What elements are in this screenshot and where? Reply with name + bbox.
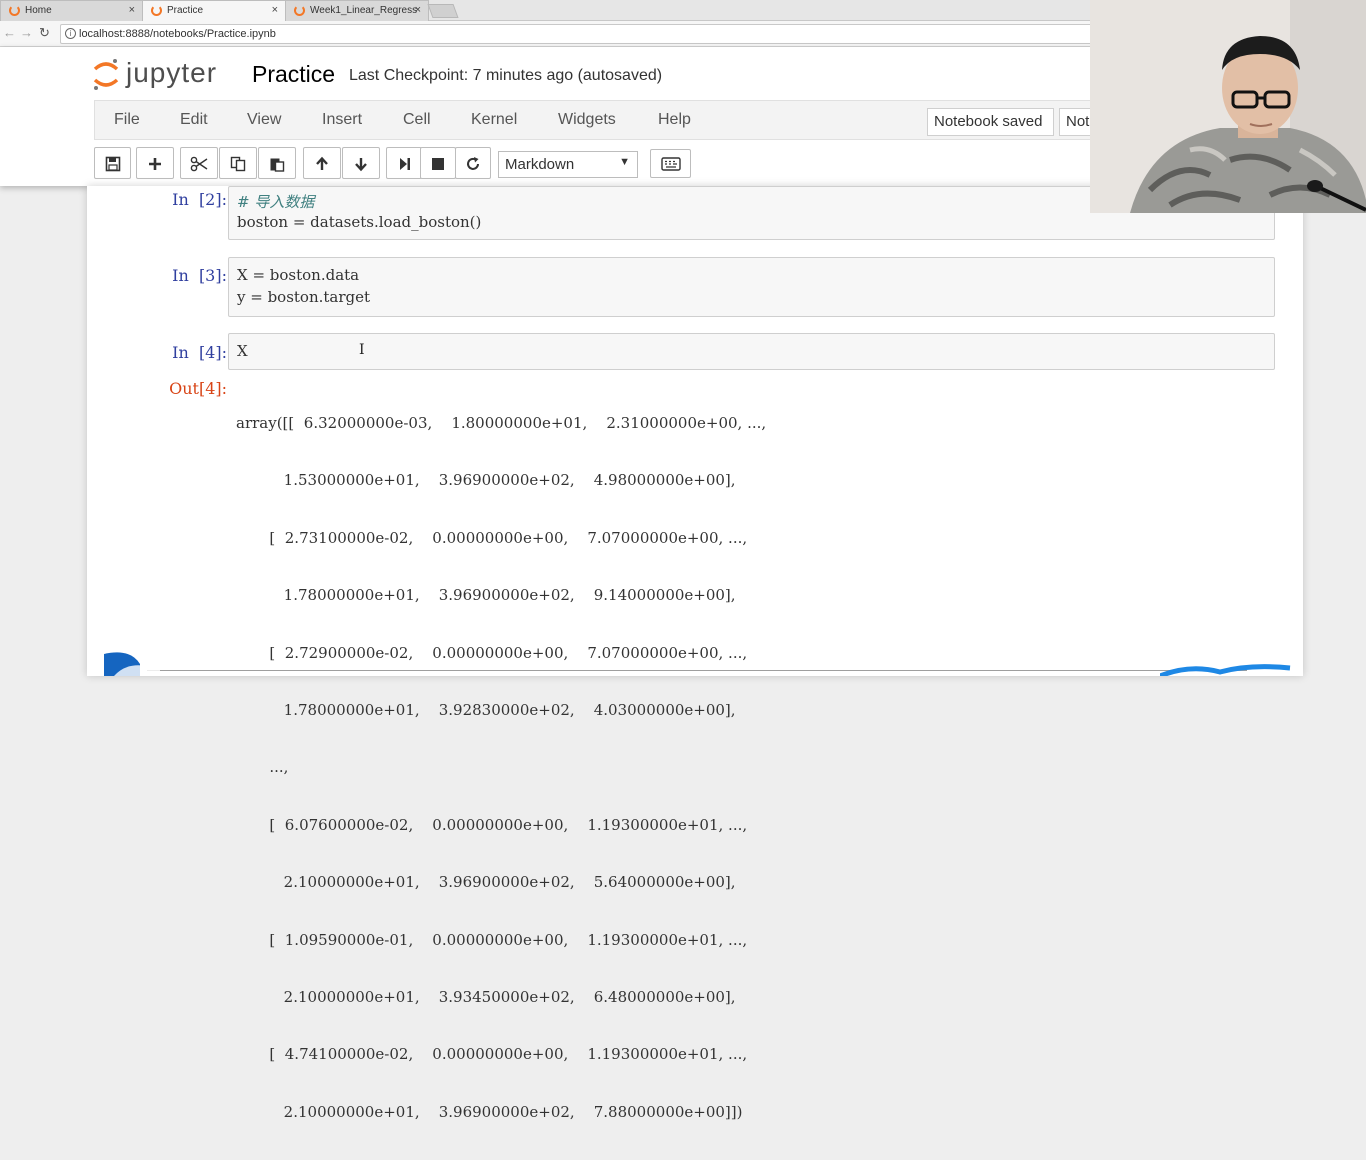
info-icon[interactable]: i — [65, 28, 76, 39]
close-icon[interactable]: × — [415, 4, 421, 16]
plus-icon — [149, 158, 161, 170]
input-prompt: In [2]: — [172, 190, 227, 209]
close-icon[interactable]: × — [129, 4, 135, 16]
webcam-overlay — [1090, 0, 1366, 213]
input-prompt: In [3]: — [172, 266, 227, 285]
cut-button[interactable] — [180, 147, 218, 179]
menu-cell[interactable]: Cell — [403, 111, 431, 129]
notebook-toolbar: Markdown ▼ — [92, 147, 712, 180]
restart-kernel-button[interactable] — [455, 147, 491, 179]
command-palette-button[interactable] — [650, 149, 691, 178]
tab-home[interactable]: Home × — [0, 0, 143, 21]
cell-type-select[interactable]: Markdown ▼ — [498, 151, 638, 178]
output-line: 1.78000000e+01, 3.92830000e+02, 4.030000… — [236, 700, 736, 719]
restart-icon — [467, 157, 479, 170]
code-line: X = boston.data — [237, 266, 360, 284]
reload-icon[interactable]: ↻ — [39, 25, 50, 41]
output-line: [ 4.74100000e-02, 0.00000000e+00, 1.1930… — [236, 1045, 748, 1064]
output-line: 1.53000000e+01, 3.96900000e+02, 4.980000… — [236, 471, 736, 490]
input-prompt: In [4]: — [172, 343, 227, 362]
output-prompt: Out[4]: — [169, 379, 227, 398]
url-text: localhost:8888/notebooks/Practice.ipynb — [79, 28, 276, 40]
menu-bar: File Edit View Insert Cell Kernel Widget… — [94, 100, 1099, 140]
jupyter-favicon-icon — [151, 5, 162, 16]
code-line: boston = datasets.load_boston() — [237, 213, 482, 231]
tab-label: Practice — [167, 5, 204, 16]
menu-insert[interactable]: Insert — [322, 111, 362, 129]
text-cursor-icon: I — [359, 342, 365, 358]
tab-week1[interactable]: Week1_Linear_Regress × — [285, 0, 429, 21]
code-line: y = boston.target — [237, 288, 371, 306]
stop-icon — [432, 158, 444, 170]
checkpoint-status: Last Checkpoint: 7 minutes ago (autosave… — [349, 67, 663, 84]
caret-down-icon: ▼ — [619, 156, 630, 168]
divider — [147, 670, 1247, 671]
output-line: 2.10000000e+01, 3.96900000e+02, 5.640000… — [236, 873, 736, 892]
jupyter-wordmark: jupyter — [126, 57, 218, 88]
copy-icon — [230, 156, 246, 172]
save-icon — [105, 156, 120, 172]
notebook-saved-indicator[interactable]: Notebook saved — [927, 108, 1054, 136]
menu-file[interactable]: File — [114, 111, 140, 129]
tab-label: Home — [25, 5, 52, 16]
cell-type-value: Markdown — [505, 156, 575, 173]
output-line: 2.10000000e+01, 3.93450000e+02, 6.480000… — [236, 987, 736, 1006]
code-cell-input[interactable]: X I — [228, 333, 1275, 370]
menu-help[interactable]: Help — [658, 111, 691, 129]
interrupt-kernel-button[interactable] — [420, 147, 456, 179]
output-line: [ 2.73100000e-02, 0.00000000e+00, 7.0700… — [236, 528, 748, 547]
arrow-up-icon — [316, 156, 328, 170]
back-arrow-icon[interactable]: ← — [3, 25, 16, 40]
close-icon[interactable]: × — [272, 4, 278, 16]
code-cell-input[interactable]: X = boston.data y = boston.target — [228, 257, 1275, 317]
arrow-down-icon — [355, 158, 367, 172]
move-up-button[interactable] — [303, 147, 341, 179]
menu-widgets[interactable]: Widgets — [558, 111, 616, 129]
tab-practice[interactable]: Practice × — [142, 0, 286, 22]
cell-output: array([[ 6.32000000e-03, 1.80000000e+01,… — [236, 378, 766, 1160]
menu-edit[interactable]: Edit — [180, 111, 208, 129]
jupyter-logo[interactable]: jupyter — [92, 57, 232, 93]
notebook-page: In [2]: # 导入数据 boston = datasets.load_bo… — [87, 186, 1303, 1121]
notebook-name[interactable]: Practice — [252, 61, 335, 88]
output-line: [ 6.07600000e-02, 0.00000000e+00, 1.1930… — [236, 815, 748, 834]
copy-button[interactable] — [219, 147, 257, 179]
watermark-logo-icon — [104, 652, 160, 676]
menu-kernel[interactable]: Kernel — [471, 111, 517, 129]
code-line: X — [237, 342, 248, 360]
paste-button[interactable] — [258, 147, 296, 179]
move-down-button[interactable] — [342, 147, 380, 179]
run-cell-button[interactable] — [386, 147, 422, 179]
jupyter-favicon-icon — [294, 5, 305, 16]
output-line: array([[ 6.32000000e-03, 1.80000000e+01,… — [236, 414, 767, 432]
save-button[interactable] — [94, 147, 131, 179]
output-line: [ 1.09590000e-01, 0.00000000e+00, 1.1930… — [236, 930, 748, 949]
paste-icon — [270, 158, 285, 172]
output-line: 1.78000000e+01, 3.96900000e+02, 9.140000… — [236, 586, 736, 605]
step-forward-icon — [400, 158, 410, 170]
watermark-brand-icon — [1160, 664, 1291, 676]
url-input[interactable]: i localhost:8888/notebooks/Practice.ipyn… — [60, 24, 1160, 44]
output-line: [ 2.72900000e-02, 0.00000000e+00, 7.0700… — [236, 643, 748, 662]
jupyter-logo-icon — [93, 59, 119, 90]
insert-cell-button[interactable] — [136, 147, 174, 179]
menu-view[interactable]: View — [247, 111, 281, 129]
scissors-icon — [190, 156, 208, 172]
tab-label: Week1_Linear_Regress — [310, 5, 418, 16]
keyboard-icon — [660, 157, 681, 171]
output-line: ..., — [236, 758, 289, 777]
presenter-video-image — [1090, 0, 1366, 213]
forward-arrow-icon[interactable]: → — [20, 25, 33, 40]
output-line: 2.10000000e+01, 3.96900000e+02, 7.880000… — [236, 1102, 743, 1121]
jupyter-favicon-icon — [9, 5, 20, 16]
new-tab-button[interactable] — [427, 4, 459, 18]
